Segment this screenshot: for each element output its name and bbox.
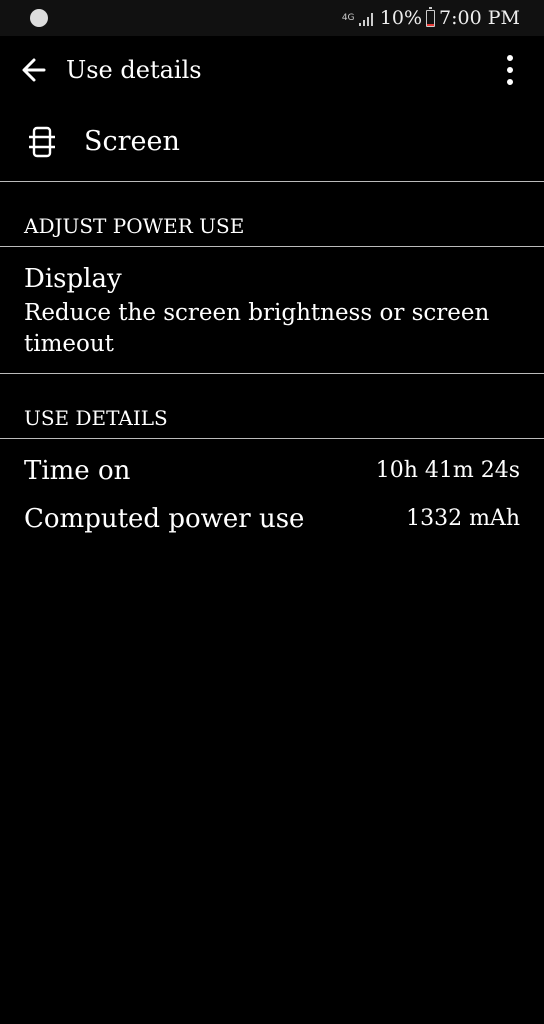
battery-percent: 10% [379,7,423,29]
app-header-row: Screen [0,104,544,182]
status-bar: 4G 10% 7:00 PM [0,0,544,36]
detail-label: Computed power use [24,504,305,534]
detail-label: Time on [24,456,131,486]
page-title: Use details [66,56,202,84]
divider [0,373,544,374]
display-preference-title: Display [24,264,122,294]
signal-icon [358,13,373,26]
battery-icon [426,6,436,27]
screen-icon [29,126,55,158]
arrow-back-icon[interactable] [20,56,48,84]
more-vert-icon[interactable] [500,52,520,88]
detail-value: 1332 mAh [406,506,520,531]
battery-fill [427,23,435,26]
divider [0,438,544,439]
display-preference-summary: Reduce the screen brightness or screen t… [24,300,490,357]
section-title-adjust-power-use: ADJUST POWER USE [24,214,245,238]
detail-value: 10h 41m 24s [375,458,520,483]
network-4g-icon: 4G [341,12,355,23]
detail-row-computed-power-use: Computed power use 1332 mAh [24,499,520,539]
divider [0,181,544,182]
status-time: 7:00 PM [439,7,520,29]
status-icons: 4G 10% 7:00 PM [342,6,520,30]
app-bar: Use details [0,36,544,104]
notification-icon [30,9,48,27]
header-label: Screen [84,126,180,157]
detail-row-time-on: Time on 10h 41m 24s [24,451,520,491]
section-title-use-details: USE DETAILS [24,406,168,430]
divider [0,246,544,247]
